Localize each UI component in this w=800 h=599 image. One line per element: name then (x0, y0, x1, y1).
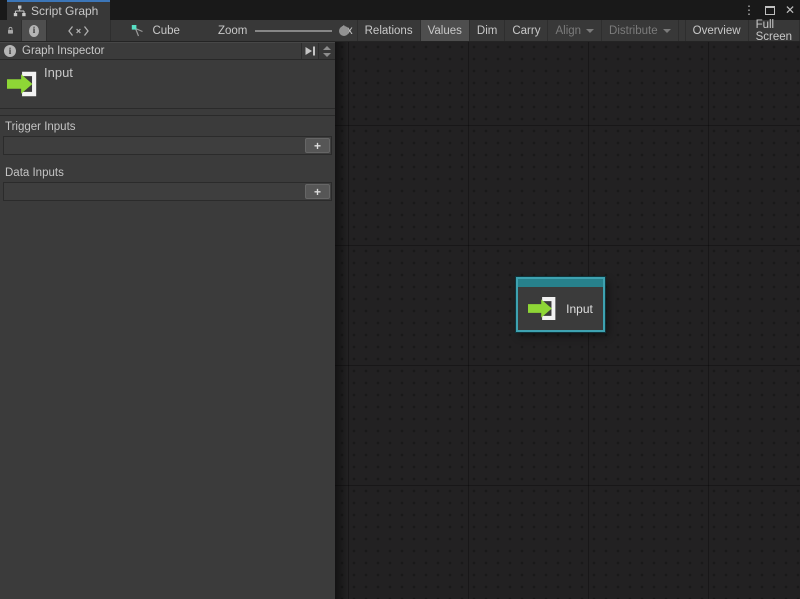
overview-button[interactable]: Overview (685, 20, 749, 41)
data-inputs-label: Data Inputs (0, 162, 335, 182)
angle-brackets-x-icon (68, 25, 89, 37)
lock-button[interactable] (0, 20, 22, 41)
maximize-icon[interactable] (765, 6, 775, 15)
zoom-label: Zoom (214, 20, 251, 41)
graph-toolbar: i Cube Zoom 1x Relations Values Dim Carr… (0, 20, 800, 42)
node-titlebar[interactable] (518, 279, 603, 287)
relations-button[interactable]: Relations (357, 20, 421, 41)
values-button[interactable]: Values (421, 20, 470, 41)
graph-hierarchy-icon (13, 5, 26, 17)
tab-bar: Script Graph ⋮ ✕ (0, 0, 800, 20)
script-graph-window: Script Graph ⋮ ✕ i (0, 0, 800, 599)
close-icon[interactable]: ✕ (785, 4, 795, 16)
window-controls: ⋮ ✕ (743, 0, 795, 20)
tab-title: Script Graph (31, 4, 98, 18)
panel-title: Graph Inspector (22, 45, 301, 57)
node-input[interactable]: Input (516, 277, 605, 332)
spacer (0, 155, 335, 162)
info-icon: i (4, 45, 16, 57)
dim-button[interactable]: Dim (470, 20, 505, 41)
chevron-down-icon (663, 29, 671, 33)
full-screen-button[interactable]: Full Screen (749, 20, 800, 41)
edit-code-button[interactable] (47, 20, 111, 41)
panel-shadow (335, 42, 348, 599)
info-icon: i (29, 25, 39, 37)
add-trigger-input-button[interactable]: + (305, 138, 330, 153)
lock-icon (7, 24, 14, 37)
arrow-into-bracket-icon (528, 295, 558, 322)
selected-unit-preview: Input (0, 60, 335, 109)
caret-down-icon (323, 53, 331, 57)
play-into-bracket-icon (304, 45, 316, 57)
toolbar-button-group: Relations Values Dim Carry Align Distrib… (357, 20, 800, 41)
align-dropdown[interactable]: Align (548, 20, 602, 41)
data-inputs-list: + (3, 182, 332, 201)
graph-canvas[interactable]: Input (335, 42, 800, 599)
zoom-slider-thumb[interactable] (339, 26, 349, 36)
node-graph-icon (131, 24, 145, 38)
divider (0, 109, 335, 116)
selected-unit-name: Input (44, 65, 73, 80)
inspector-toggle-button[interactable]: i (22, 20, 47, 41)
kebab-menu-icon[interactable]: ⋮ (743, 4, 755, 16)
zoom-slider[interactable] (255, 30, 332, 32)
add-data-input-button[interactable]: + (305, 184, 330, 199)
caret-up-icon (323, 46, 331, 50)
panel-scroll-stepper[interactable] (318, 43, 335, 59)
trigger-inputs-label: Trigger Inputs (0, 116, 335, 136)
distribute-dropdown[interactable]: Distribute (602, 20, 679, 41)
graph-inspector-header: i Graph Inspector (0, 42, 335, 60)
chevron-down-icon (586, 29, 594, 33)
trigger-inputs-list: + (3, 136, 332, 155)
graph-asset-breadcrumb[interactable]: Cube (127, 20, 184, 41)
carry-button[interactable]: Carry (505, 20, 548, 41)
graph-name: Cube (152, 25, 180, 37)
main-area: i Graph Inspector Input (0, 42, 800, 599)
node-label: Input (566, 302, 593, 316)
node-body: Input (518, 287, 603, 330)
dock-panel-button[interactable] (301, 43, 318, 59)
graph-inspector-panel: i Graph Inspector Input (0, 42, 335, 599)
arrow-into-bracket-icon (7, 69, 39, 99)
tab-script-graph[interactable]: Script Graph (7, 0, 110, 20)
